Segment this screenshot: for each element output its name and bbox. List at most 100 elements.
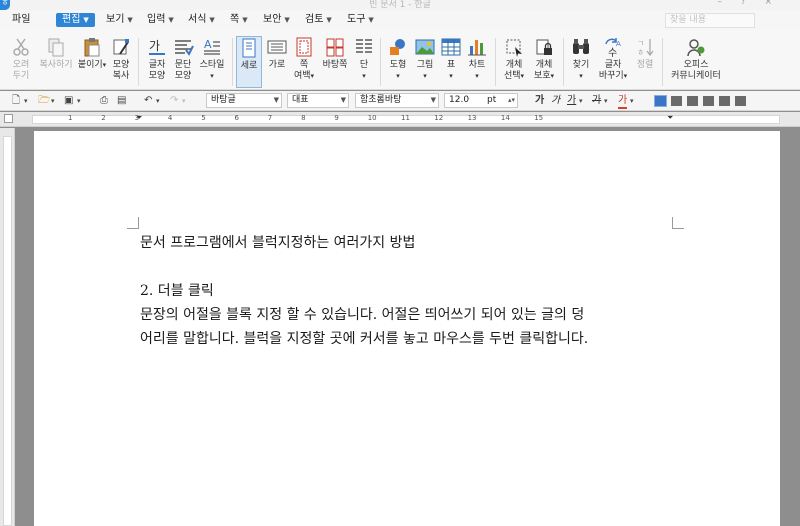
new-document-icon[interactable]: 🗋 xyxy=(12,95,20,107)
menu-review-label: 검토 xyxy=(305,14,324,25)
ribbon-divider xyxy=(563,38,564,86)
chevron-down-icon[interactable]: ▾ xyxy=(77,95,81,107)
para-shape-button[interactable]: 문단 모양 xyxy=(168,36,198,88)
search-input[interactable]: 찾을 내용 xyxy=(665,13,755,28)
style-label: 스타일 xyxy=(199,60,225,70)
ruler-number: 9 xyxy=(334,114,339,122)
object-select-button[interactable]: 개체 선택▾ xyxy=(499,36,529,88)
align-center-icon[interactable] xyxy=(703,96,714,106)
landscape-page-icon xyxy=(266,36,288,58)
vertical-page-button[interactable]: 세로 xyxy=(236,36,262,88)
copy-button[interactable]: 복사하기 xyxy=(37,36,75,88)
menu-page[interactable]: 쪽 ▼ xyxy=(230,13,248,27)
page-margin-button[interactable]: 쪽 여백▾ xyxy=(291,36,317,88)
para-shape-icon xyxy=(172,36,194,58)
chevron-down-icon: ▼ xyxy=(127,16,133,24)
menu-review[interactable]: 검토 ▼ xyxy=(305,13,332,27)
office-communicator-label-2: 커뮤니케이터 xyxy=(671,71,721,81)
spinner-icon[interactable]: ▴▾ xyxy=(508,94,515,107)
chart-button[interactable]: 차트 ▾ xyxy=(464,36,490,88)
object-select-icon xyxy=(503,36,525,58)
cut-button[interactable]: 오려 두기 xyxy=(6,36,36,88)
horizontal-ruler[interactable]: 1 2 3 4 5 6 7 8 9 10 11 12 13 14 15 ⏷ ⏷ xyxy=(0,112,800,127)
column-button[interactable]: 단 ▾ xyxy=(352,36,376,88)
object-protect-label-1: 개체 xyxy=(535,60,553,70)
print-preview-icon[interactable]: ▤ xyxy=(117,95,126,107)
horizontal-page-button[interactable]: 가로 xyxy=(263,36,291,88)
shape-label: 도형 xyxy=(389,60,407,70)
table-button[interactable]: 표 ▾ xyxy=(438,36,464,88)
document-page[interactable]: 문서 프로그램에서 블럭지정하는 여러가지 방법 2. 더블 클릭 문장의 어절… xyxy=(34,131,780,526)
font-size-input[interactable]: 12.0 pt ▴▾ xyxy=(444,93,518,108)
char-shape-label-1: 글자 xyxy=(148,60,166,70)
crop-mark-top-left xyxy=(127,217,139,229)
paste-button[interactable]: 붙이기▾ xyxy=(77,36,107,88)
font-select[interactable]: 함초롬바탕 ▼ xyxy=(355,93,439,108)
underline-button[interactable]: 가 xyxy=(567,95,576,107)
align-left-icon[interactable] xyxy=(671,96,682,106)
align-distribute-icon[interactable] xyxy=(719,96,730,106)
format-copy-button[interactable]: 모양 복사 xyxy=(106,36,136,88)
replace-icon: 수A xyxy=(602,36,624,59)
align-divide-icon[interactable] xyxy=(735,96,746,106)
ruler-toggle-icon[interactable] xyxy=(4,114,13,123)
cut-label-1: 오려 xyxy=(12,60,30,70)
menu-insert[interactable]: 입력 ▼ xyxy=(147,13,174,27)
find-button[interactable]: 찾기 ▾ xyxy=(567,36,595,88)
scissors-icon xyxy=(10,36,32,58)
ruler-number: 5 xyxy=(201,114,206,122)
text-color-button[interactable]: 가 xyxy=(618,95,628,109)
print-icon[interactable]: ⎙ xyxy=(100,95,108,107)
right-indent-marker-icon[interactable]: ⏷ xyxy=(667,113,673,123)
style-select[interactable]: 바탕글 ▼ xyxy=(206,93,282,108)
object-protect-button[interactable]: 개체 보호▾ xyxy=(529,36,559,88)
shape-icon xyxy=(387,36,409,58)
redo-icon[interactable]: ↷ xyxy=(170,95,178,107)
chevron-down-icon[interactable]: ▾ xyxy=(604,95,608,107)
char-shape-icon: 가 xyxy=(146,36,168,58)
communicator-icon xyxy=(685,36,707,58)
window-controls[interactable]: – ? × xyxy=(717,0,780,7)
menu-format[interactable]: 서식 ▼ xyxy=(188,13,215,27)
chevron-down-icon[interactable]: ▾ xyxy=(156,95,160,107)
chevron-down-icon: ▾ xyxy=(396,72,400,80)
menu-security[interactable]: 보안 ▼ xyxy=(263,13,290,27)
sort-button[interactable]: ㄱㅎ 정렬 xyxy=(632,36,658,88)
menu-view[interactable]: 보기 ▼ xyxy=(106,13,133,27)
shape-button[interactable]: 도형 ▾ xyxy=(384,36,412,88)
replace-button[interactable]: 수A 글자 바꾸기▾ xyxy=(596,36,630,88)
vertical-page-label: 세로 xyxy=(240,61,258,71)
align-justify-icon[interactable] xyxy=(654,95,667,107)
save-icon[interactable]: ▣ xyxy=(64,95,73,107)
italic-button[interactable]: 가 xyxy=(551,95,560,107)
picture-button[interactable]: 그림 ▾ xyxy=(411,36,439,88)
menu-file[interactable]: 파일 xyxy=(12,13,30,27)
background-page-button[interactable]: 바탕쪽 xyxy=(318,36,352,88)
copy-icon xyxy=(45,36,67,58)
body-text-line-1: 문장의 어절을 블록 지정 할 수 있습니다. 어절은 띄어쓰기 되어 있는 글… xyxy=(140,307,585,323)
chevron-down-icon[interactable]: ▾ xyxy=(24,95,28,107)
undo-icon[interactable]: ↶ xyxy=(144,95,152,107)
style-button[interactable]: A 스타일 ▾ xyxy=(196,36,228,88)
find-label: 찾기 xyxy=(572,60,590,70)
chevron-down-icon[interactable]: ▾ xyxy=(182,95,186,107)
portrait-page-icon xyxy=(238,37,260,59)
menu-edit[interactable]: 편집 ▼ xyxy=(56,13,95,27)
office-communicator-label-1: 오피스 xyxy=(683,60,709,70)
format-copy-label-2: 복사 xyxy=(112,71,130,81)
bold-button[interactable]: 가 xyxy=(535,95,544,107)
chevron-down-icon[interactable]: ▾ xyxy=(579,95,583,107)
chevron-down-icon: ▼ xyxy=(326,16,332,24)
app-window: ㅎ 빈 문서 1 - 한글 – ? × 파일 편집 ▼ 보기 ▼ 입력 ▼ 서식 ▼ 쪽… xyxy=(0,0,800,526)
document-body[interactable]: 문서 프로그램에서 블럭지정하는 여러가지 방법 2. 더블 클릭 문장의 어절… xyxy=(140,231,672,351)
chevron-down-icon[interactable]: ▾ xyxy=(630,95,634,107)
office-communicator-button[interactable]: 오피스 커뮤니케이터 xyxy=(668,36,724,88)
align-right-icon[interactable] xyxy=(687,96,698,106)
chevron-down-icon[interactable]: ▾ xyxy=(51,95,55,107)
window-title: 빈 문서 1 - 한글 xyxy=(369,0,431,10)
left-indent-marker-icon[interactable]: ⏷ xyxy=(136,113,142,123)
open-folder-icon[interactable]: 🗁 xyxy=(38,95,50,107)
language-select[interactable]: 대표 ▼ xyxy=(287,93,349,108)
menu-tools[interactable]: 도구 ▼ xyxy=(347,13,374,27)
strikethrough-button[interactable]: 가 xyxy=(592,95,601,107)
